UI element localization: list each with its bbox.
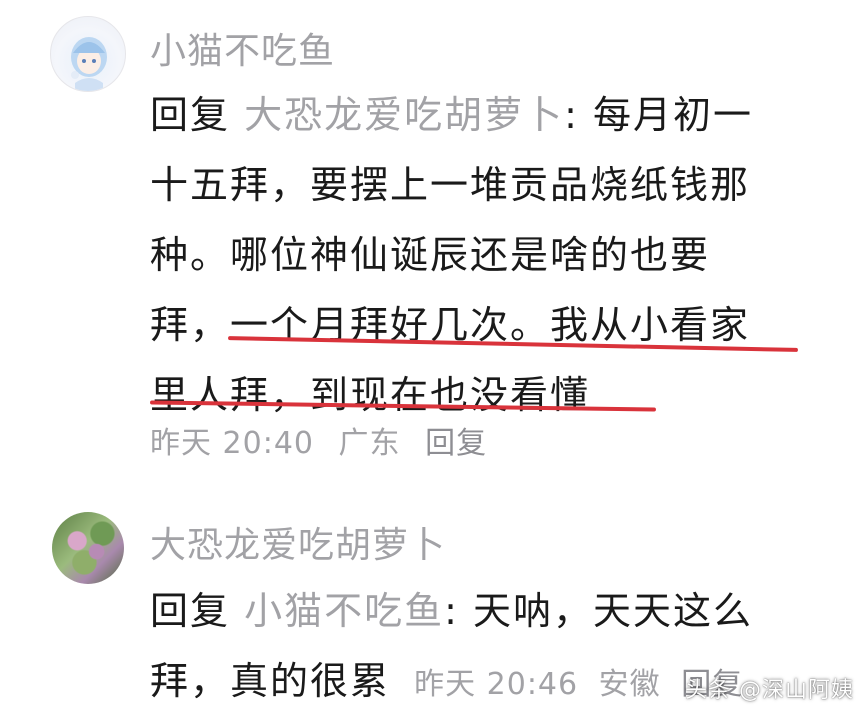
comment-time: 昨天 20:46: [414, 667, 579, 702]
watermark: 头条 @深山阿姨: [685, 678, 854, 703]
avatar-anime-icon: [71, 37, 107, 91]
comment-location: 安徽: [598, 667, 661, 702]
comment-line: 回复 小猫不吃鱼: 天呐，天天这么: [150, 576, 810, 646]
reply-prefix: 回复: [150, 93, 231, 137]
reply-target-username[interactable]: 小猫不吃鱼: [244, 589, 444, 633]
avatar[interactable]: [50, 16, 126, 92]
comment-location: 广东: [338, 426, 401, 461]
comment-time: 昨天 20:40: [150, 426, 314, 461]
reply-prefix: 回复: [150, 589, 231, 633]
comment-text: 拜，真的很累: [150, 659, 391, 703]
avatar[interactable]: [52, 512, 124, 584]
comment-username[interactable]: 小猫不吃鱼: [150, 22, 335, 74]
comment-line: 种。哪位神仙诞辰还是啥的也要: [150, 233, 711, 277]
comment-text: : 每月初一: [564, 93, 754, 137]
comment-line: 十五拜，要摆上一堆贡品烧纸钱那: [150, 163, 751, 207]
reply-button[interactable]: 回复: [425, 426, 487, 461]
comment-meta: 昨天 20:40 广东 回复: [150, 418, 501, 462]
comment-screenshot: 小猫不吃鱼 回复 大恐龙爱吃胡萝卜: 每月初一 十五拜，要摆上一堆贡品烧纸钱那 …: [0, 0, 864, 712]
comment-line: 回复 大恐龙爱吃胡萝卜: 每月初一: [150, 80, 810, 150]
comment-body: 回复 大恐龙爱吃胡萝卜: 每月初一 十五拜，要摆上一堆贡品烧纸钱那 种。哪位神仙…: [150, 80, 810, 430]
comment-text: : 天呐，天天这么: [444, 589, 754, 633]
comment-username[interactable]: 大恐龙爱吃胡萝卜: [150, 516, 446, 568]
reply-target-username[interactable]: 大恐龙爱吃胡萝卜: [244, 93, 564, 137]
